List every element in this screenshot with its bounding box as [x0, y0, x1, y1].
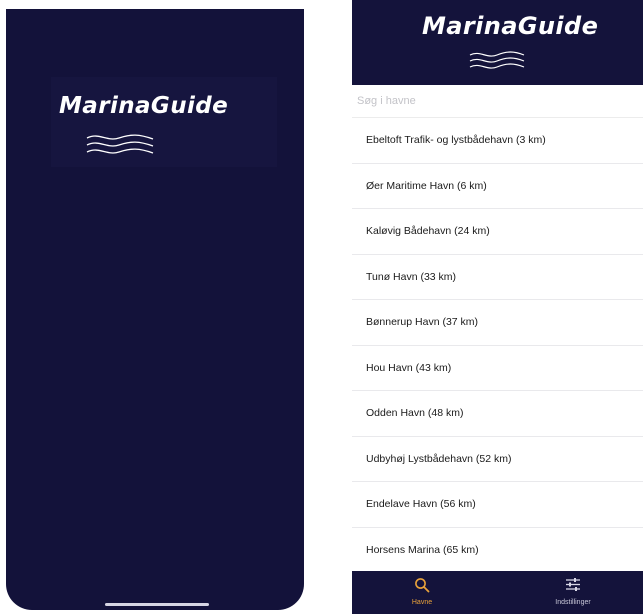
tab-bar: Havne Indstillinger [352, 571, 643, 614]
home-indicator[interactable] [105, 603, 209, 606]
list-item[interactable]: Horsens Marina (65 km) [352, 528, 643, 574]
sliders-icon [566, 578, 580, 591]
harbor-name: Bønnerup Havn (37 km) [366, 316, 479, 329]
search-input[interactable] [357, 92, 627, 110]
tab-havne[interactable]: Havne [352, 571, 492, 614]
harbor-name: Udbyhøj Lystbådehavn (52 km) [366, 452, 512, 465]
list-item[interactable]: Ebeltoft Trafik- og lystbådehavn (3 km) [352, 118, 643, 164]
harbor-name: Odden Havn (48 km) [366, 407, 464, 420]
list-item[interactable]: Odden Havn (48 km) [352, 391, 643, 437]
harbor-name: Hou Havn (43 km) [366, 361, 452, 374]
harbor-list: Ebeltoft Trafik- og lystbådehavn (3 km) … [352, 118, 643, 573]
list-item[interactable]: Kaløvig Bådehavn (24 km) [352, 209, 643, 255]
waves-logo-icon [469, 51, 525, 69]
list-item[interactable]: Hou Havn (43 km) [352, 346, 643, 391]
search-icon [415, 578, 430, 593]
harbor-name: Øer Maritime Havn (6 km) [366, 179, 487, 192]
waves-logo-icon [86, 134, 154, 154]
list-item[interactable]: Udbyhøj Lystbådehavn (52 km) [352, 437, 643, 482]
harbor-name: Endelave Havn (56 km) [366, 498, 476, 511]
header-logo-text: MarinaGuide [422, 12, 599, 40]
list-item[interactable]: Endelave Havn (56 km) [352, 482, 643, 528]
list-item[interactable]: Bønnerup Havn (37 km) [352, 300, 643, 346]
tab-indstillinger-label: Indstillinger [555, 599, 591, 606]
splash-logo-text: MarinaGuide [59, 93, 229, 119]
list-item[interactable]: Øer Maritime Havn (6 km) [352, 164, 643, 209]
list-item[interactable]: Tunø Havn (33 km) [352, 255, 643, 300]
harbor-name: Tunø Havn (33 km) [366, 270, 457, 283]
splash-screen: MarinaGuide [6, 9, 304, 610]
search-bar [352, 85, 643, 118]
harbor-name: Horsens Marina (65 km) [366, 544, 479, 557]
app-header: MarinaGuide [352, 0, 643, 85]
harbor-name: Ebeltoft Trafik- og lystbådehavn (3 km) [366, 134, 546, 147]
harbor-list-screen: MarinaGuide Ebeltoft Trafik- og lystbåde… [352, 0, 643, 614]
tab-havne-label: Havne [411, 599, 433, 606]
tab-indstillinger[interactable]: Indstillinger [503, 571, 643, 614]
harbor-name: Kaløvig Bådehavn (24 km) [366, 225, 490, 238]
